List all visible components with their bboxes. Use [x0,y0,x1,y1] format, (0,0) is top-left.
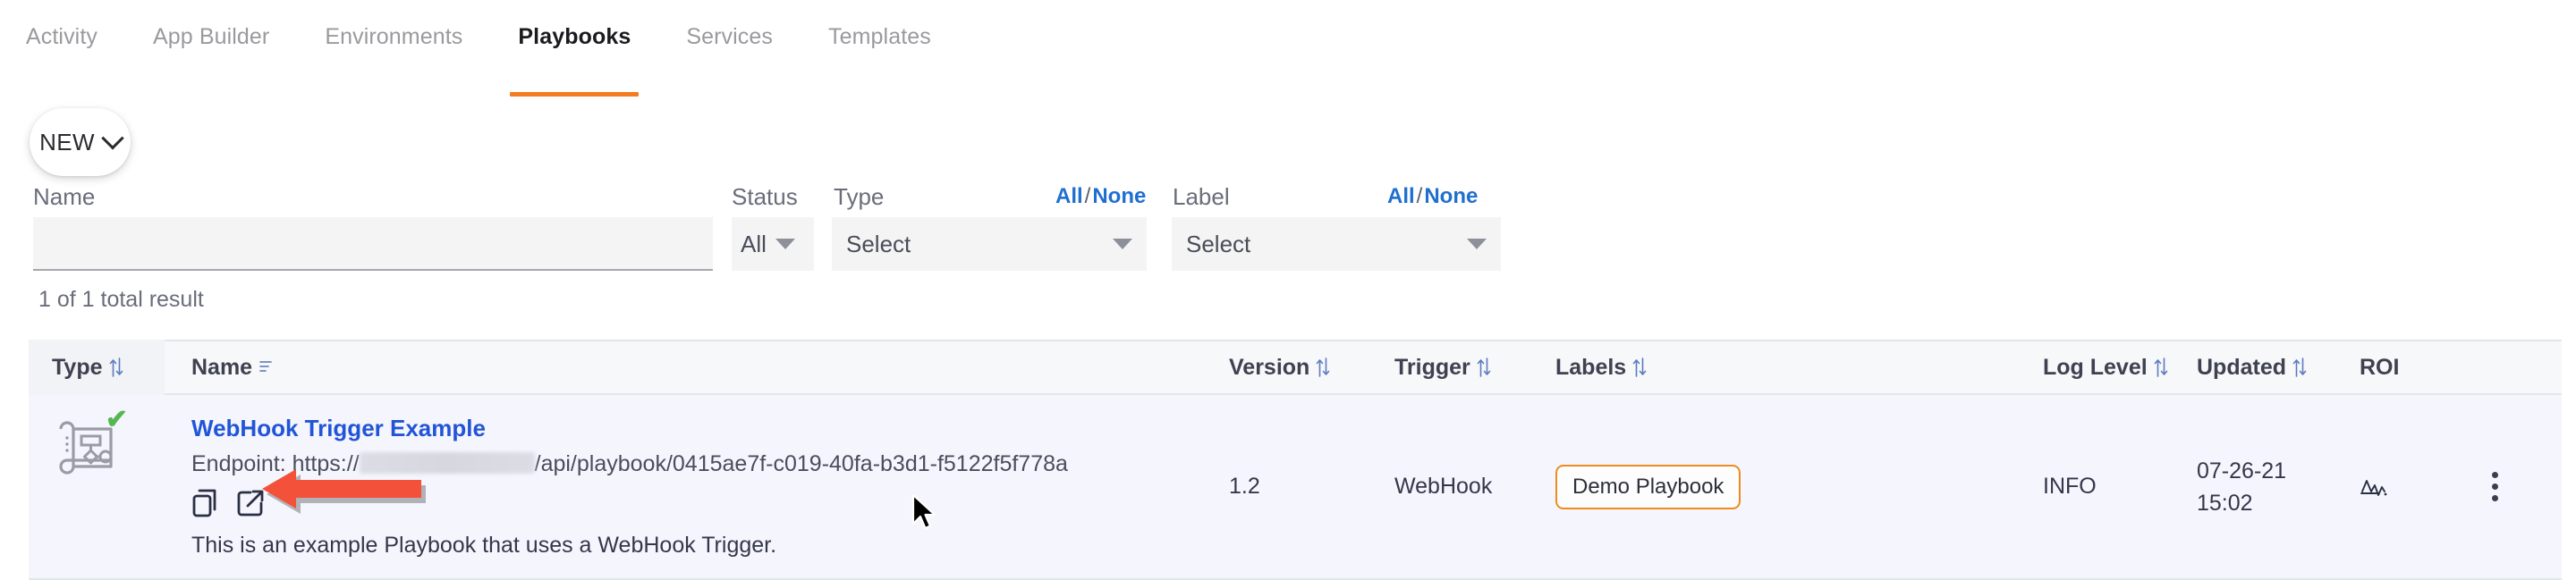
updated-date: 07-26-21 [2197,458,2287,483]
chevron-down-icon [101,127,124,150]
type-none-link[interactable]: None [1092,184,1146,208]
tab-app-builder-label: App Builder [152,24,270,49]
updated-time: 15:02 [2197,490,2253,516]
tab-playbooks-label: Playbooks [518,24,631,49]
tab-environments-label: Environments [325,24,463,49]
column-header-log-level[interactable]: Log Level [2043,355,2197,381]
label-all-link[interactable]: All [1387,184,1415,208]
column-header-trigger[interactable]: Trigger [1394,355,1555,381]
name-filter-label: Name [33,183,96,210]
column-header-updated-label: Updated [2197,354,2286,380]
new-button[interactable]: NEW [30,108,131,176]
cell-updated: 07-26-21 15:02 [2197,395,2360,578]
cell-log-level: INFO [2043,474,2097,499]
chevron-down-icon [775,239,795,249]
column-header-name[interactable]: Name [165,355,1229,381]
playbook-name-link[interactable]: WebHook Trigger Example [191,413,486,443]
tab-app-builder[interactable]: App Builder [125,23,297,50]
copy-icon[interactable] [191,489,218,517]
label-chip[interactable]: Demo Playbook [1555,464,1741,509]
kebab-menu-icon[interactable] [2492,472,2498,501]
external-link-icon[interactable] [236,489,265,517]
playbook-description: This is an example Playbook that uses a … [191,533,777,558]
endpoint-path: /api/playbook/0415ae7f-c019-40fa-b3d1-f5… [534,451,1068,476]
playbooks-table: Type Name Version Trigger Labels Log Lev… [29,340,2562,580]
roi-chart-icon[interactable] [2360,474,2390,500]
column-header-log-level-label: Log Level [2043,354,2148,380]
table-row[interactable]: ✔ WebHook Trigger Example Endpoint: http… [29,395,2562,580]
tab-templates-label: Templates [828,24,931,49]
playbook-endpoint: Endpoint: https:// /api/playbook/0415ae7f… [191,449,1229,479]
result-count: 1 of 1 total result [38,287,204,312]
sort-updown-icon [2154,357,2168,377]
endpoint-actions [191,487,1229,519]
tab-services-label: Services [686,24,774,49]
sort-alpha-asc-icon [258,357,273,377]
tab-templates[interactable]: Templates [801,23,959,50]
cell-labels: Demo Playbook [1555,395,2043,578]
tab-services[interactable]: Services [658,23,801,50]
label-none-link[interactable]: None [1424,184,1478,208]
label-filter-value: Select [1186,230,1251,257]
column-header-updated[interactable]: Updated [2197,355,2360,381]
sort-updown-icon [1477,357,1491,377]
label-filter-label: Label [1173,183,1230,210]
type-filter-value: Select [846,230,911,257]
label-all-none-toggle[interactable]: All/None [1387,183,1478,210]
column-header-type-label: Type [52,354,103,380]
endpoint-host-redacted [359,452,535,474]
tab-playbooks[interactable]: Playbooks [490,23,658,97]
endpoint-prefix: Endpoint: https:// [191,451,360,476]
type-all-link[interactable]: All [1055,184,1083,208]
sort-updown-icon [1632,357,1647,377]
status-filter-label: Status [732,183,798,210]
top-navigation-bar: Activity App Builder Environments Playbo… [0,0,2576,97]
column-header-labels[interactable]: Labels [1555,355,2043,381]
cell-version: 1.2 [1229,474,1260,499]
column-header-labels-label: Labels [1555,354,1627,380]
column-header-roi-label: ROI [2360,354,2400,380]
column-header-trigger-label: Trigger [1394,354,1470,380]
chevron-down-icon [1467,239,1487,249]
cell-roi [2360,395,2492,578]
cell-type: ✔ [29,395,165,578]
active-tab-indicator [510,92,640,97]
tab-list: Activity App Builder Environments Playbo… [0,0,2576,97]
status-filter-value: All [741,230,767,257]
column-header-name-label: Name [191,354,253,380]
column-header-version-label: Version [1229,354,1310,380]
type-filter-select[interactable]: Select [832,217,1147,271]
cell-name: WebHook Trigger Example Endpoint: https:… [165,395,1229,578]
type-all-none-separator: / [1084,184,1091,208]
playbook-blueprint-icon: ✔ [52,407,128,477]
cell-trigger: WebHook [1394,474,1493,499]
type-filter-label: Type [834,183,885,210]
sort-updown-icon [109,357,123,377]
tab-activity-label: Activity [26,24,97,49]
column-header-roi: ROI [2360,355,2492,381]
tab-activity[interactable]: Activity [20,23,125,50]
green-check-icon: ✔ [105,405,128,434]
column-header-version[interactable]: Version [1229,355,1394,381]
chevron-down-icon [1113,239,1132,249]
label-all-none-separator: / [1416,184,1423,208]
table-header-row: Type Name Version Trigger Labels Log Lev… [29,340,2562,395]
tab-environments[interactable]: Environments [297,23,490,50]
sort-updown-icon [2292,357,2307,377]
label-filter-select[interactable]: Select [1172,217,1501,271]
column-header-type[interactable]: Type [29,340,165,395]
cell-actions [2492,395,2555,578]
type-all-none-toggle[interactable]: All/None [1055,183,1146,210]
new-button-label: NEW [39,129,95,156]
name-filter-input[interactable] [33,217,713,271]
sort-updown-icon [1316,357,1330,377]
status-filter-select[interactable]: All [732,217,814,271]
